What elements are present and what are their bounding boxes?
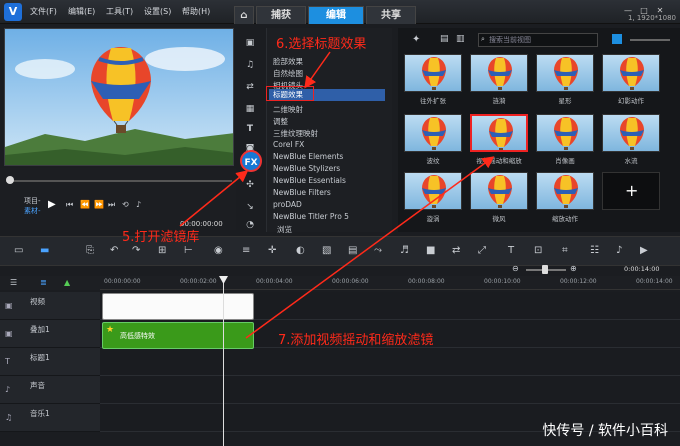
- annotation-arrows: [179, 51, 495, 339]
- watermark-text: 快传号 / 软件小百科: [542, 423, 668, 439]
- annotation-step5: 5.打开滤镜库: [122, 230, 200, 245]
- annotation-step7: 7.添加视频摇动和缩放滤镜: [278, 333, 434, 348]
- annotation-step6: 6.选择标题效果: [276, 37, 367, 52]
